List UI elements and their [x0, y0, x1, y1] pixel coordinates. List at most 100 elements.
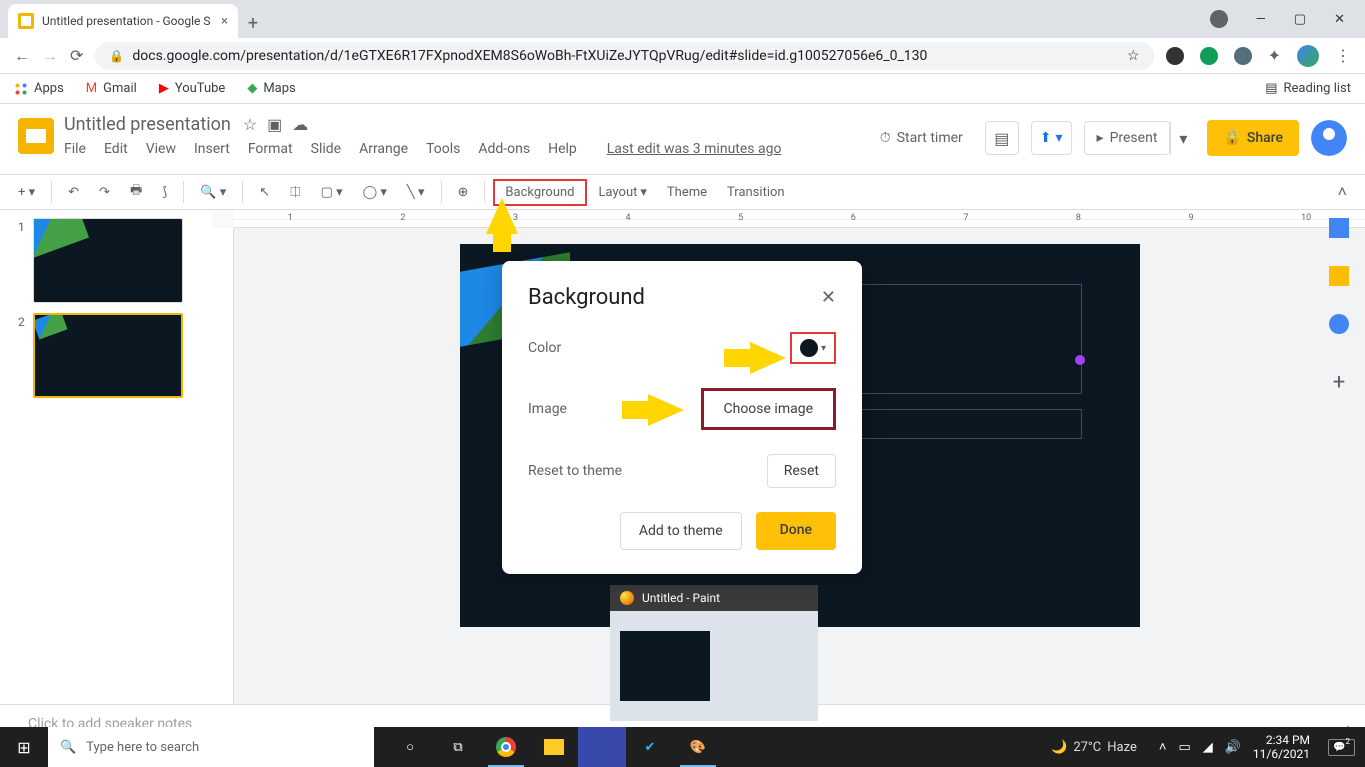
timer-icon: ⏱ [880, 130, 891, 146]
menu-edit[interactable]: Edit [104, 141, 128, 157]
url-text: docs.google.com/presentation/d/1eGTXE6R1… [132, 48, 927, 64]
comments-button[interactable]: ▤ [985, 121, 1019, 155]
layout-button[interactable]: Layout ▾ [591, 181, 655, 204]
explorer-taskbar-icon[interactable] [530, 727, 578, 767]
menu-format[interactable]: Format [248, 141, 293, 157]
reading-list-icon: ▤ [1265, 81, 1277, 96]
transition-button[interactable]: Transition [719, 181, 793, 204]
menu-arrange[interactable]: Arrange [359, 141, 408, 157]
addons-plus-icon[interactable]: + [1333, 370, 1345, 395]
ext-icon-2[interactable] [1200, 47, 1218, 65]
menu-help[interactable]: Help [548, 141, 577, 157]
thumbnail-1[interactable]: 1 [18, 218, 194, 303]
image-tool[interactable]: ▢ ▾ [313, 181, 351, 204]
share-button[interactable]: 🔒Share [1207, 120, 1299, 156]
menu-file[interactable]: File [64, 141, 86, 157]
reload-icon[interactable]: ⟳ [70, 46, 83, 65]
maximize-icon[interactable]: ▢ [1294, 12, 1306, 27]
zoom-button[interactable]: 🔍 ▾ [192, 181, 234, 204]
done-button[interactable]: Done [756, 512, 836, 550]
color-picker-button[interactable]: ▾ [790, 332, 836, 364]
menu-addons[interactable]: Add-ons [478, 141, 530, 157]
chrome-menu-icon[interactable]: ⋮ [1335, 46, 1351, 65]
annotation-arrow-up [486, 198, 518, 234]
new-slide-button[interactable]: + ▾ [10, 181, 43, 204]
bookmark-apps[interactable]: Apps [14, 81, 64, 96]
taskbar-clock[interactable]: 2:34 PM 11/6/2021 [1253, 733, 1316, 762]
select-tool[interactable]: ↖ [251, 181, 278, 204]
move-doc-icon[interactable]: ▣ [267, 115, 282, 134]
thumbnail-rail[interactable]: 1 2 [0, 210, 212, 704]
wifi-icon[interactable]: ◢ [1203, 740, 1213, 755]
doc-title[interactable]: Untitled presentation [64, 114, 231, 135]
dialog-close-icon[interactable]: ✕ [821, 287, 836, 308]
weather-widget[interactable]: 🌙 27°C Haze [1051, 740, 1137, 755]
cloud-status-icon[interactable]: ☁ [292, 115, 308, 134]
menu-tools[interactable]: Tools [426, 141, 460, 157]
chrome-taskbar-icon[interactable] [482, 727, 530, 767]
menu-insert[interactable]: Insert [194, 141, 230, 157]
bookmark-youtube[interactable]: ▶YouTube [159, 81, 226, 96]
menu-slide[interactable]: Slide [311, 141, 341, 157]
url-input[interactable]: 🔒 docs.google.com/presentation/d/1eGTXE6… [95, 42, 1153, 70]
upload-button[interactable]: ⬆▾ [1031, 121, 1072, 155]
share-lock-icon: 🔒 [1223, 130, 1240, 146]
tray-expand-icon[interactable]: ˄ [1159, 739, 1167, 755]
tasks-icon[interactable] [1329, 314, 1349, 334]
add-to-theme-button[interactable]: Add to theme [620, 512, 742, 550]
bookmark-gmail[interactable]: MGmail [86, 81, 137, 96]
print-button[interactable]: 🖶 [122, 177, 150, 207]
comment-tool[interactable]: ⊕ [450, 181, 477, 204]
weather-icon: 🌙 [1051, 740, 1067, 755]
account-avatar[interactable] [1311, 120, 1347, 156]
last-edit-info[interactable]: Last edit was 3 minutes ago [607, 141, 782, 157]
close-window-icon[interactable]: ✕ [1334, 12, 1345, 27]
app-taskbar-icon-2[interactable]: ✔ [626, 727, 674, 767]
annotation-arrow-2 [648, 394, 684, 426]
volume-icon[interactable]: 🔊 [1225, 740, 1241, 755]
app-taskbar-icon-1[interactable] [578, 727, 626, 767]
choose-image-button[interactable]: Choose image [701, 388, 837, 430]
menu-view[interactable]: View [146, 141, 176, 157]
task-view-icon[interactable]: ⧉ [434, 727, 482, 767]
battery-icon[interactable]: ▭ [1178, 740, 1190, 755]
redo-button[interactable]: ↷ [91, 181, 118, 204]
textbox-tool[interactable]: ⎅ [282, 181, 308, 204]
new-tab-button[interactable]: + [238, 8, 268, 38]
ruler-vertical [212, 228, 234, 704]
account-icon[interactable] [1210, 10, 1228, 28]
present-button[interactable]: ▸Present [1084, 121, 1171, 155]
thumbnail-2[interactable]: 2 [18, 313, 194, 398]
paint-format-button[interactable]: ⟆ [154, 181, 175, 204]
slides-logo[interactable] [18, 118, 54, 154]
keep-icon[interactable] [1329, 266, 1349, 286]
notifications-icon[interactable]: 💬2 [1328, 739, 1355, 756]
selection-handle[interactable] [1075, 355, 1085, 365]
cortana-icon[interactable]: ○ [386, 727, 434, 767]
minimize-icon[interactable]: — [1256, 12, 1266, 27]
start-button[interactable]: ⊞ [0, 727, 48, 767]
calendar-icon[interactable] [1329, 218, 1349, 238]
extensions-icon[interactable]: ✦ [1268, 46, 1281, 65]
profile-avatar[interactable] [1297, 45, 1319, 67]
back-icon[interactable]: ← [14, 46, 30, 66]
ext-icon-3[interactable] [1234, 47, 1252, 65]
undo-button[interactable]: ↶ [60, 181, 87, 204]
present-dropdown[interactable]: ▾ [1170, 121, 1195, 156]
browser-tab[interactable]: Untitled presentation - Google S × [8, 4, 238, 38]
bookmark-maps[interactable]: ◆Maps [247, 81, 295, 96]
star-icon[interactable]: ☆ [1127, 48, 1140, 64]
star-doc-icon[interactable]: ☆ [243, 115, 257, 134]
reset-button[interactable]: Reset [767, 454, 836, 488]
taskbar-search[interactable]: 🔍 Type here to search [48, 727, 374, 767]
paint-taskbar-icon[interactable]: 🎨 [674, 727, 722, 767]
reading-list[interactable]: ▤Reading list [1265, 81, 1351, 96]
collapse-toolbar-icon[interactable]: ˄ [1338, 182, 1355, 202]
shape-tool[interactable]: ◯ ▾ [355, 181, 395, 204]
paint-preview-tooltip[interactable]: Untitled - Paint [610, 585, 818, 721]
tab-close-icon[interactable]: × [221, 14, 228, 29]
start-timer[interactable]: ⏱Start timer [870, 124, 973, 152]
line-tool[interactable]: ╲ ▾ [399, 181, 433, 204]
ext-icon-1[interactable] [1166, 47, 1184, 65]
theme-button[interactable]: Theme [659, 181, 715, 204]
